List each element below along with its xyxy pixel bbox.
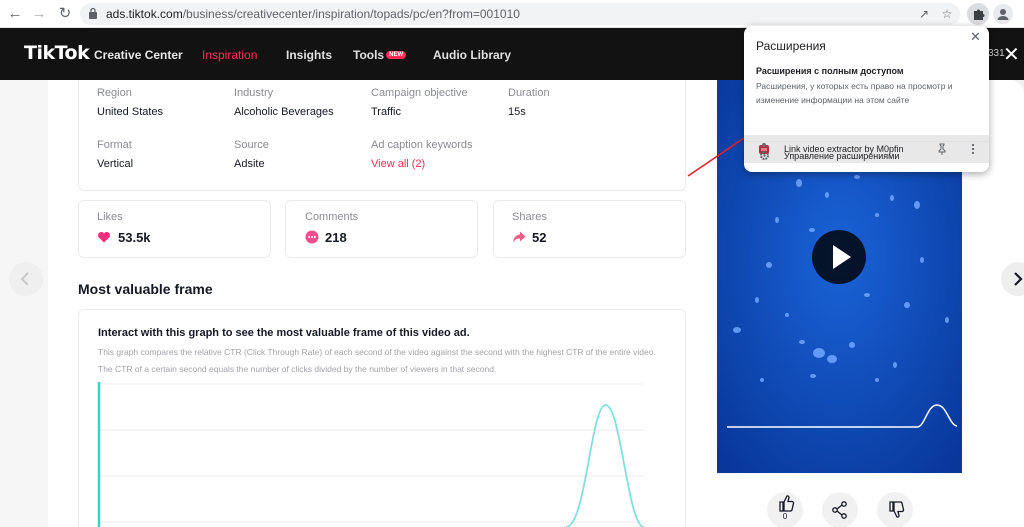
address-bar[interactable]: ads.tiktok.com/business/creativecenter/i…: [80, 3, 960, 25]
shares-label: Shares: [512, 211, 547, 223]
left-backdrop: [0, 80, 48, 527]
industry-label: Industry: [234, 87, 274, 99]
likes-label: Likes: [97, 211, 123, 223]
play-button[interactable]: [812, 230, 866, 284]
format-value: Vertical: [97, 158, 134, 170]
back-arrow-icon[interactable]: ←: [6, 5, 24, 23]
forward-arrow-icon[interactable]: →: [30, 5, 48, 23]
objective-value: Traffic: [371, 106, 401, 118]
graph-description: This graph compares the relative CTR (Cl…: [98, 347, 656, 374]
nav-tools[interactable]: Tools NEW: [353, 48, 407, 62]
share-arrow-icon: [513, 231, 526, 243]
chevron-left-icon: [20, 272, 29, 286]
url-text: ads.tiktok.com/business/creativecenter/i…: [106, 7, 520, 21]
popup-close-icon[interactable]: ✕: [970, 29, 981, 45]
nav-inspiration[interactable]: Inspiration: [202, 48, 257, 62]
format-label: Format: [97, 139, 132, 151]
person-icon: [997, 9, 1009, 20]
extensions-popup: Расширения ✕ Расширения с полным доступо…: [744, 26, 989, 172]
comments-value: 218: [325, 230, 347, 245]
heart-icon: [97, 231, 111, 243]
comments-label: Comments: [305, 211, 359, 223]
popup-separator: [744, 141, 989, 142]
shares-value: 52: [532, 230, 547, 245]
most-valuable-frame-title: Most valuable frame: [78, 281, 213, 297]
new-badge: NEW: [386, 51, 407, 59]
source-value: Adsite: [234, 158, 265, 170]
thumbs-up-icon: [779, 495, 795, 512]
likes-card: [78, 200, 271, 258]
puzzle-icon: [974, 9, 985, 20]
manage-extensions-link[interactable]: Управление расширениями: [784, 151, 899, 161]
share-video-button[interactable]: [822, 492, 858, 527]
duration-label: Duration: [508, 87, 550, 99]
graph-instruction-title: Interact with this graph to see the most…: [98, 327, 470, 339]
close-icon[interactable]: ✕: [1003, 42, 1020, 67]
browser-toolbar: ← → ↻ ads.tiktok.com/business/creativece…: [0, 0, 1024, 28]
popup-description: Расширения, у которых есть право на прос…: [756, 81, 953, 105]
tiktok-logo[interactable]: TikTok: [24, 42, 90, 64]
thumbs-down-button[interactable]: [877, 492, 913, 527]
extensions-button[interactable]: [967, 3, 989, 25]
shares-card: [493, 200, 686, 258]
source-label: Source: [234, 139, 269, 151]
region-label: Region: [97, 87, 132, 99]
keywords-view-all-link[interactable]: View all (2): [371, 158, 425, 170]
previous-ad-button[interactable]: [9, 262, 43, 296]
region-value: United States: [97, 106, 164, 118]
ctr-graph[interactable]: [96, 378, 646, 527]
objective-label: Campaign objective: [371, 87, 468, 99]
like-count: 0: [782, 512, 788, 521]
popup-subtitle: Расширения с полным доступом: [756, 66, 904, 76]
thumbs-down-icon: [889, 501, 905, 518]
share-icon[interactable]: ↗: [916, 6, 932, 22]
creative-center-label[interactable]: Creative Center: [94, 48, 183, 62]
profile-button[interactable]: [993, 4, 1013, 24]
more-vertical-icon[interactable]: [969, 143, 977, 155]
nav-audio-library[interactable]: Audio Library: [433, 48, 511, 62]
comments-card: [285, 200, 478, 258]
pin-icon[interactable]: [936, 143, 948, 155]
share-nodes-icon: [832, 501, 847, 519]
thumbs-up-button[interactable]: 0: [767, 492, 803, 527]
lock-icon: [89, 7, 97, 19]
play-icon: [833, 245, 851, 269]
next-ad-button[interactable]: [1001, 262, 1024, 296]
bookmark-star-icon[interactable]: ☆: [939, 6, 955, 22]
popup-title: Расширения: [756, 39, 826, 53]
gear-icon: [760, 151, 769, 160]
industry-value: Alcoholic Beverages: [234, 106, 334, 118]
comment-bubble-icon: [305, 230, 319, 244]
nav-insights[interactable]: Insights: [286, 48, 332, 62]
reload-icon[interactable]: ↻: [56, 5, 74, 23]
chevron-right-icon: [1014, 272, 1023, 286]
likes-value: 53.5k: [118, 230, 151, 245]
keywords-label: Ad caption keywords: [371, 139, 473, 151]
duration-value: 15s: [508, 106, 526, 118]
